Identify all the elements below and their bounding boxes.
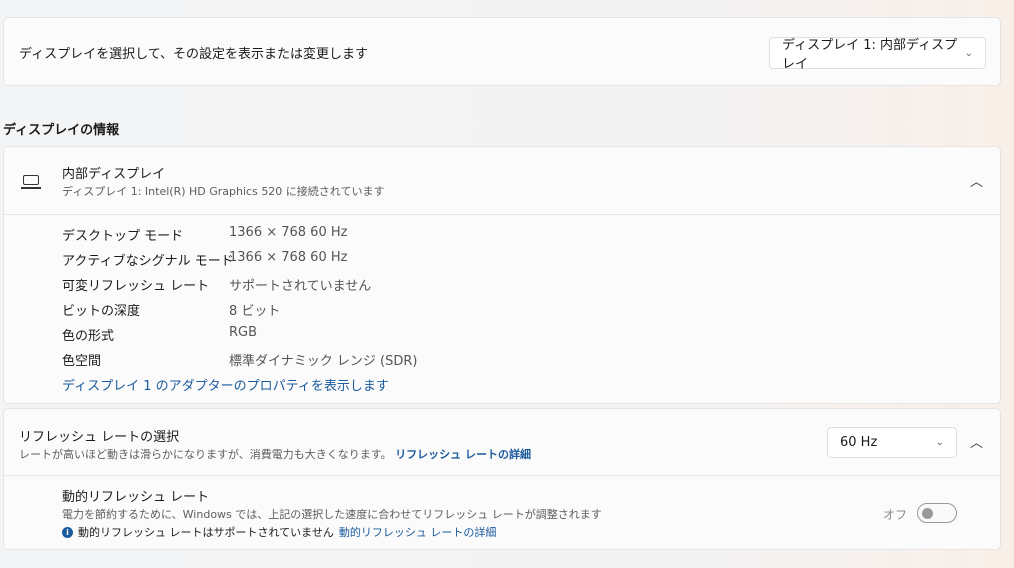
laptop-base xyxy=(21,187,41,189)
toggle-knob xyxy=(922,508,933,519)
display-title: 内部ディスプレイ xyxy=(62,167,166,182)
chevron-down-icon: ⌄ xyxy=(935,437,944,448)
chevron-up-icon[interactable]: ︿ xyxy=(970,432,983,451)
display-select-card: ディスプレイを選択して、その設定を表示または変更します ディスプレイ 1: 内部… xyxy=(3,17,1001,86)
info-row: 色空間 標準ダイナミック レンジ (SDR) xyxy=(62,354,418,369)
display-select-label: ディスプレイを選択して、その設定を表示または変更します xyxy=(19,47,369,62)
display-select-value: ディスプレイ 1: 内部ディスプレイ xyxy=(782,38,958,72)
dynamic-refresh-note-text: 動的リフレッシュ レートはサポートされていません xyxy=(78,526,334,539)
display-info-card: 内部ディスプレイ ディスプレイ 1: Intel(R) HD Graphics … xyxy=(3,146,1001,404)
refresh-details-link[interactable]: リフレッシュ レートの詳細 xyxy=(395,448,531,461)
display-subtitle: ディスプレイ 1: Intel(R) HD Graphics 520 に接続され… xyxy=(62,185,385,198)
info-row: ビットの深度 8 ビット xyxy=(62,304,281,319)
info-icon: i xyxy=(62,526,73,538)
adapter-properties-link[interactable]: ディスプレイ 1 のアダプターのプロパティを表示します xyxy=(62,375,389,394)
refresh-desc-line: レートが高いほど動きは滑らかになりますが、消費電力も大きくなります。 リフレッシ… xyxy=(19,446,531,462)
divider xyxy=(4,214,1000,215)
section-heading: ディスプレイの情報 xyxy=(3,123,120,138)
dynamic-refresh-details-link[interactable]: 動的リフレッシュ レートの詳細 xyxy=(339,524,497,540)
chevron-down-icon: ⌄ xyxy=(964,47,973,59)
dynamic-refresh-toggle[interactable] xyxy=(917,503,957,523)
info-row: デスクトップ モード 1366 × 768 60 Hz xyxy=(62,225,348,244)
dynamic-refresh-title: 動的リフレッシュ レート xyxy=(62,490,210,505)
dynamic-refresh-desc: 電力を節約するために、Windows では、上記の選択した速度に合わせてリフレッ… xyxy=(62,508,602,521)
refresh-title: リフレッシュ レートの選択 xyxy=(19,430,180,445)
divider xyxy=(4,475,1000,476)
dynamic-refresh-note: i 動的リフレッシュ レートはサポートされていません 動的リフレッシュ レートの… xyxy=(62,524,496,540)
display-select-dropdown[interactable]: ディスプレイ 1: 内部ディスプレイ ⌄ xyxy=(769,37,986,72)
refresh-rate-dropdown[interactable]: 60 Hz ⌄ xyxy=(827,427,957,458)
refresh-rate-card: リフレッシュ レートの選択 レートが高いほど動きは滑らかになりますが、消費電力も… xyxy=(3,408,1001,550)
refresh-rate-value: 60 Hz xyxy=(840,435,878,450)
refresh-desc: レートが高いほど動きは滑らかになりますが、消費電力も大きくなります。 xyxy=(19,448,392,461)
info-row: 可変リフレッシュ レート サポートされていません xyxy=(62,279,372,294)
chevron-up-icon[interactable]: ︿ xyxy=(970,171,983,190)
laptop-icon xyxy=(23,175,39,185)
info-row: 色の形式 RGB xyxy=(62,325,258,344)
toggle-state-label: オフ xyxy=(883,508,908,522)
display-info-header[interactable]: 内部ディスプレイ ディスプレイ 1: Intel(R) HD Graphics … xyxy=(4,147,1000,214)
info-row: アクティブなシグナル モード 1366 × 768 60 Hz xyxy=(62,250,348,269)
